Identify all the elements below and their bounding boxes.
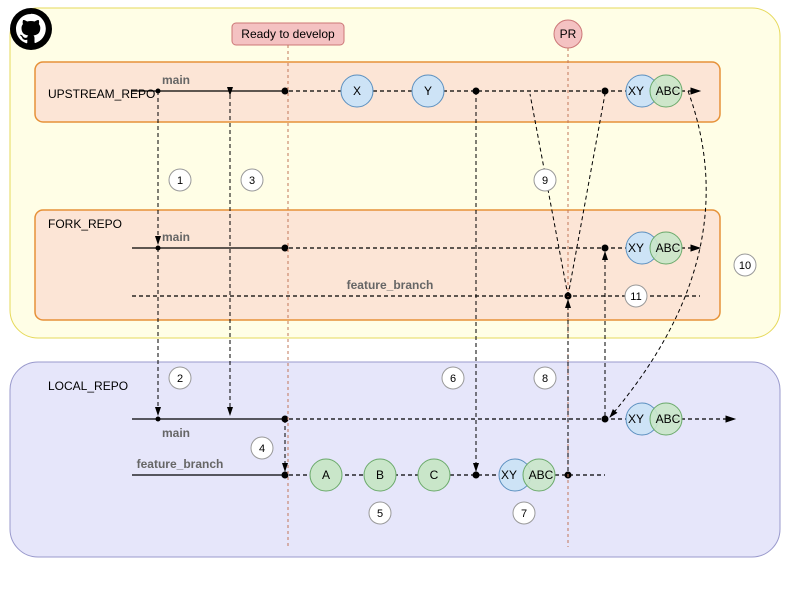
step-3: 3 — [241, 169, 263, 191]
pr-badge: PR — [554, 20, 582, 48]
svg-text:6: 6 — [450, 373, 456, 385]
step-11: 11 — [625, 285, 647, 307]
svg-text:Y: Y — [424, 84, 432, 98]
svg-text:ABC: ABC — [656, 412, 681, 426]
svg-text:X: X — [353, 84, 361, 98]
step-2: 2 — [169, 367, 191, 389]
svg-text:8: 8 — [542, 373, 548, 385]
step-6: 6 — [442, 367, 464, 389]
svg-text:9: 9 — [542, 175, 548, 187]
svg-text:main: main — [162, 230, 190, 244]
svg-text:XY: XY — [501, 468, 517, 482]
svg-text:feature_branch: feature_branch — [137, 457, 224, 471]
step-8: 8 — [534, 367, 556, 389]
svg-text:7: 7 — [521, 508, 527, 520]
svg-text:A: A — [322, 468, 330, 482]
svg-text:Ready to develop: Ready to develop — [241, 27, 335, 41]
step-4: 4 — [251, 437, 273, 459]
svg-text:11: 11 — [630, 291, 641, 303]
svg-text:PR: PR — [560, 27, 577, 41]
fork-repo-label: FORK_REPO — [48, 217, 122, 231]
svg-text:10: 10 — [739, 260, 751, 272]
step-1: 1 — [169, 169, 191, 191]
svg-text:5: 5 — [377, 508, 383, 520]
svg-text:main: main — [162, 426, 190, 440]
github-icon — [10, 8, 52, 50]
svg-text:XY: XY — [628, 84, 644, 98]
svg-text:feature_branch: feature_branch — [347, 278, 434, 292]
upstream-repo-label: UPSTREAM_REPO — [48, 87, 155, 101]
step-5: 5 — [369, 502, 391, 524]
svg-text:2: 2 — [177, 373, 183, 385]
svg-text:ABC: ABC — [529, 468, 554, 482]
svg-text:XY: XY — [628, 241, 644, 255]
svg-text:C: C — [430, 468, 439, 482]
local-repo-label: LOCAL_REPO — [48, 379, 128, 393]
svg-text:4: 4 — [259, 443, 265, 455]
svg-text:B: B — [376, 468, 384, 482]
svg-text:3: 3 — [249, 175, 255, 187]
svg-text:XY: XY — [628, 412, 644, 426]
fork-repo-box — [35, 210, 720, 320]
svg-text:1: 1 — [177, 175, 183, 187]
svg-text:ABC: ABC — [656, 84, 681, 98]
svg-text:ABC: ABC — [656, 241, 681, 255]
step-9: 9 — [534, 169, 556, 191]
step-10: 10 — [734, 254, 756, 276]
ready-badge: Ready to develop — [232, 23, 344, 45]
svg-text:main: main — [162, 73, 190, 87]
step-7: 7 — [513, 502, 535, 524]
